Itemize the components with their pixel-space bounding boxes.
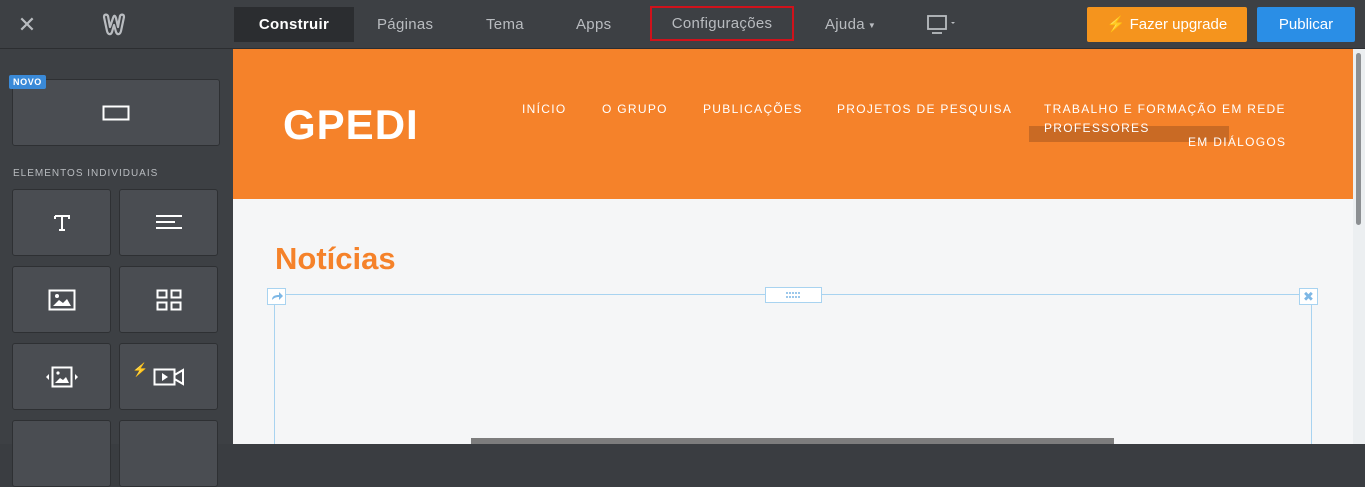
slideshow-icon (45, 366, 78, 387)
site-nav-publicacoes[interactable]: PUBLICAÇÕES (703, 102, 803, 116)
upgrade-button-label: Fazer upgrade (1129, 16, 1228, 33)
chevron-down-icon: ▼ (867, 20, 877, 30)
drag-handle-icon[interactable] (765, 287, 822, 303)
lightning-icon: ⚡ (1106, 16, 1126, 33)
tab-tema[interactable]: Tema (486, 7, 524, 42)
upgrade-button[interactable]: ⚡ Fazer upgrade (1087, 7, 1247, 42)
delete-icon[interactable]: ✖ (1299, 288, 1318, 305)
title-icon (53, 214, 70, 231)
gallery-icon (156, 289, 181, 310)
site-nav-inicio[interactable]: INÍCIO (522, 102, 566, 116)
publish-button[interactable]: Publicar (1257, 7, 1355, 42)
site-subnav-professores[interactable]: PROFESSORES (1044, 121, 1150, 135)
content-placeholder (471, 438, 1114, 444)
image-element-tile[interactable] (12, 266, 111, 333)
tab-paginas[interactable]: Páginas (377, 7, 433, 42)
site-nav-trabalho-e-formacao[interactable]: TRABALHO E FORMAÇÃO EM REDE (1044, 102, 1286, 116)
gallery-element-tile[interactable] (119, 266, 218, 333)
weebly-logo-icon[interactable] (101, 12, 127, 38)
slideshow-element-tile[interactable] (12, 343, 111, 410)
site-nav-projetos-de-pesquisa[interactable]: PROJETOS DE PESQUISA (837, 102, 1012, 116)
scrollbar-thumb[interactable] (1356, 53, 1361, 225)
tab-configuracoes[interactable]: Configurações (650, 6, 794, 41)
site-nav-o-grupo[interactable]: O GRUPO (602, 102, 668, 116)
site-canvas: GPEDI INÍCIO O GRUPO PUBLICAÇÕES PROJETO… (233, 49, 1353, 444)
site-title[interactable]: GPEDI (283, 101, 419, 149)
section-label: ELEMENTOS INDIVIDUAIS (13, 168, 159, 179)
elements-sidebar: NOVO ELEMENTOS INDIVIDUAIS ⚡ (0, 49, 233, 487)
site-subnav-em-dialogos[interactable]: EM DIÁLOGOS (1188, 135, 1286, 149)
tab-ajuda[interactable]: Ajuda ▼ (825, 7, 876, 42)
image-icon (48, 289, 75, 310)
video-icon (153, 367, 184, 386)
new-badge: NOVO (9, 75, 46, 89)
site-header: GPEDI INÍCIO O GRUPO PUBLICAÇÕES PROJETO… (233, 49, 1353, 199)
element-tile[interactable] (119, 420, 218, 487)
title-element-tile[interactable] (12, 189, 111, 256)
section-icon (102, 105, 130, 120)
text-icon (155, 214, 182, 229)
text-element-tile[interactable] (119, 189, 218, 256)
video-element-tile[interactable]: ⚡ (119, 343, 218, 410)
close-icon[interactable]: ✕ (14, 12, 40, 38)
tab-construir[interactable]: Construir (234, 7, 354, 42)
desktop-monitor-icon[interactable] (926, 13, 960, 37)
tab-apps[interactable]: Apps (576, 7, 611, 42)
news-heading[interactable]: Notícias (275, 241, 396, 277)
element-tile[interactable] (12, 420, 111, 487)
canvas-scrollbar[interactable] (1353, 49, 1365, 444)
section-element-tile[interactable] (12, 79, 220, 146)
content-element-outline[interactable] (274, 294, 1312, 444)
share-arrow-icon[interactable] (267, 288, 286, 305)
tab-ajuda-label: Ajuda (825, 16, 865, 33)
lightning-icon: ⚡ (132, 362, 149, 377)
editor-topbar: ✕ Construir Páginas Tema Apps Configuraç… (0, 0, 1365, 49)
